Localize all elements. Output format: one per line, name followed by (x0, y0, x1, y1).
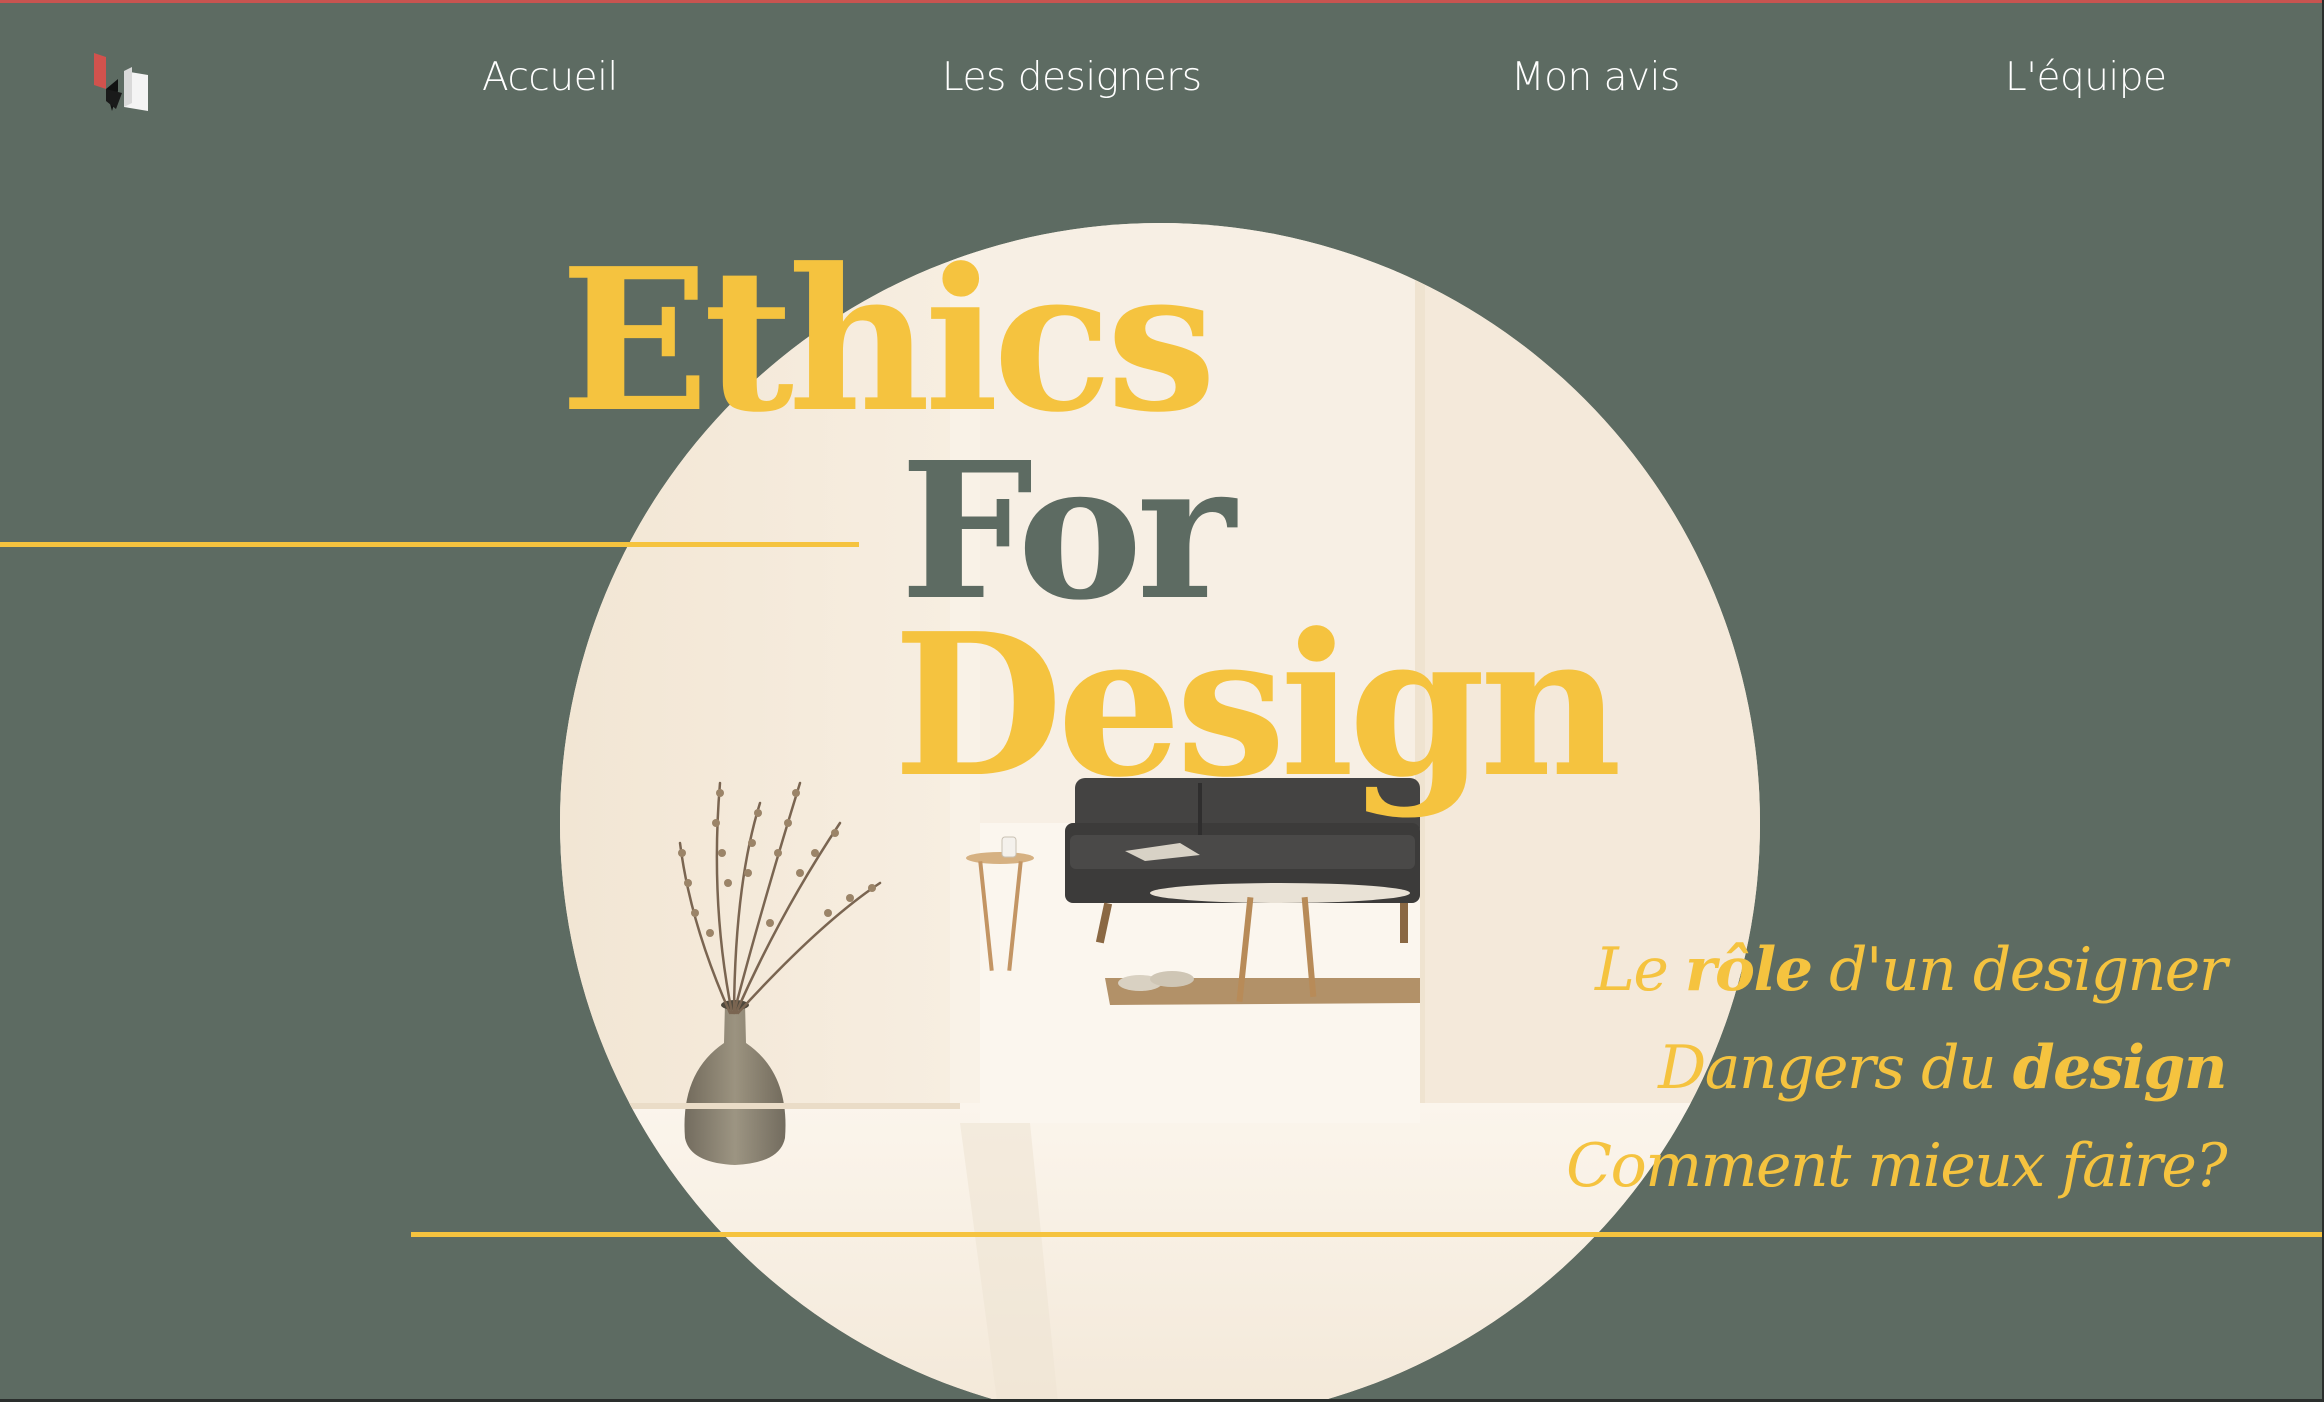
page: Accueil Les designers Mon avis L'équipe (0, 0, 2322, 1399)
title-word-design: Design (893, 591, 1622, 821)
brand-logo[interactable] (92, 53, 152, 113)
nav-les-designers[interactable]: Les designers (942, 55, 1202, 100)
section-link-mieux-faire[interactable]: Comment mieux faire? (1566, 1117, 2227, 1215)
decorative-line-top (0, 542, 859, 547)
logo-icon (94, 53, 148, 111)
decorative-line-bottom (411, 1232, 2322, 1237)
nav-equipe[interactable]: L'équipe (2005, 55, 2167, 100)
section-link-dangers[interactable]: Dangers du design (1566, 1019, 2227, 1117)
title-word-ethics: Ethics (560, 226, 1217, 456)
section-links: Le rôle d'un designer Dangers du design … (1566, 921, 2228, 1215)
nav-accueil[interactable]: Accueil (482, 55, 618, 100)
section-link-role[interactable]: Le rôle d'un designer (1566, 921, 2228, 1019)
nav-mon-avis[interactable]: Mon avis (1511, 55, 1680, 100)
